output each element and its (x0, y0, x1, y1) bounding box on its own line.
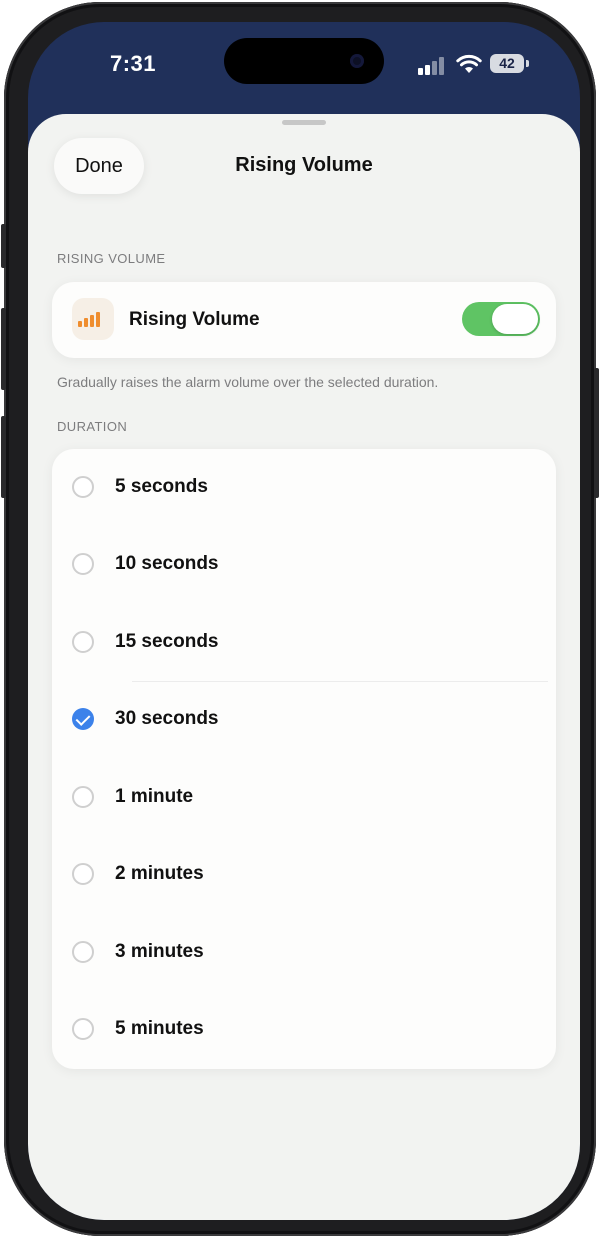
modal-sheet: Done Rising Volume RISING VOLUME Rising … (28, 114, 580, 1220)
option-label: 15 seconds (115, 631, 219, 652)
volume-bars-icon (72, 298, 114, 340)
battery-icon: 42 (490, 54, 524, 73)
rising-volume-section-header: RISING VOLUME (57, 251, 166, 266)
dynamic-island (224, 38, 384, 84)
radio-button[interactable] (72, 1018, 94, 1040)
radio-button[interactable] (72, 941, 94, 963)
option-label: 2 minutes (115, 863, 204, 884)
radio-button[interactable] (72, 553, 94, 575)
status-bar: 7:31 42 (28, 22, 580, 112)
duration-options-card: 5 seconds 10 seconds 15 seconds 30 secon… (52, 449, 556, 1069)
wifi-icon (456, 54, 482, 73)
power-button (594, 368, 599, 498)
radio-button[interactable] (72, 631, 94, 653)
option-label: 30 seconds (115, 708, 219, 729)
duration-option-5-minutes[interactable]: 5 minutes (52, 991, 556, 1068)
radio-button-checked[interactable] (72, 708, 94, 730)
duration-section-header: DURATION (57, 419, 128, 434)
rising-volume-card: Rising Volume (52, 282, 556, 358)
option-label: 3 minutes (115, 941, 204, 962)
duration-option-15-seconds[interactable]: 15 seconds (52, 604, 556, 681)
option-label: 1 minute (115, 786, 194, 807)
sheet-grabber[interactable] (282, 120, 326, 125)
page-title: Rising Volume (235, 154, 373, 176)
rising-volume-toggle[interactable] (462, 302, 540, 336)
radio-button[interactable] (72, 476, 94, 498)
duration-option-1-minute[interactable]: 1 minute (52, 759, 556, 836)
option-label: 10 seconds (115, 553, 219, 574)
duration-option-10-seconds[interactable]: 10 seconds (52, 526, 556, 603)
toggle-knob (492, 304, 538, 334)
radio-button[interactable] (72, 786, 94, 808)
duration-option-3-minutes[interactable]: 3 minutes (52, 914, 556, 991)
rising-volume-label: Rising Volume (129, 309, 260, 330)
phone-frame: 7:31 42 Done Rising Volume RISING VOLUME (1, 2, 599, 1236)
duration-option-30-seconds[interactable]: 30 seconds (52, 681, 556, 758)
camera-icon (350, 54, 364, 68)
duration-option-5-seconds[interactable]: 5 seconds (52, 449, 556, 526)
action-button (1, 224, 6, 268)
volume-up-button (1, 308, 6, 390)
duration-option-2-minutes[interactable]: 2 minutes (52, 836, 556, 913)
option-label: 5 minutes (115, 1018, 204, 1039)
cellular-signal-icon (418, 57, 446, 75)
status-time: 7:31 (110, 51, 157, 76)
option-label: 5 seconds (115, 476, 208, 497)
rising-volume-footer: Gradually raises the alarm volume over t… (57, 374, 439, 390)
battery-tip (526, 60, 529, 67)
volume-down-button (1, 416, 6, 498)
screen: 7:31 42 Done Rising Volume RISING VOLUME (28, 22, 580, 1220)
radio-button[interactable] (72, 863, 94, 885)
